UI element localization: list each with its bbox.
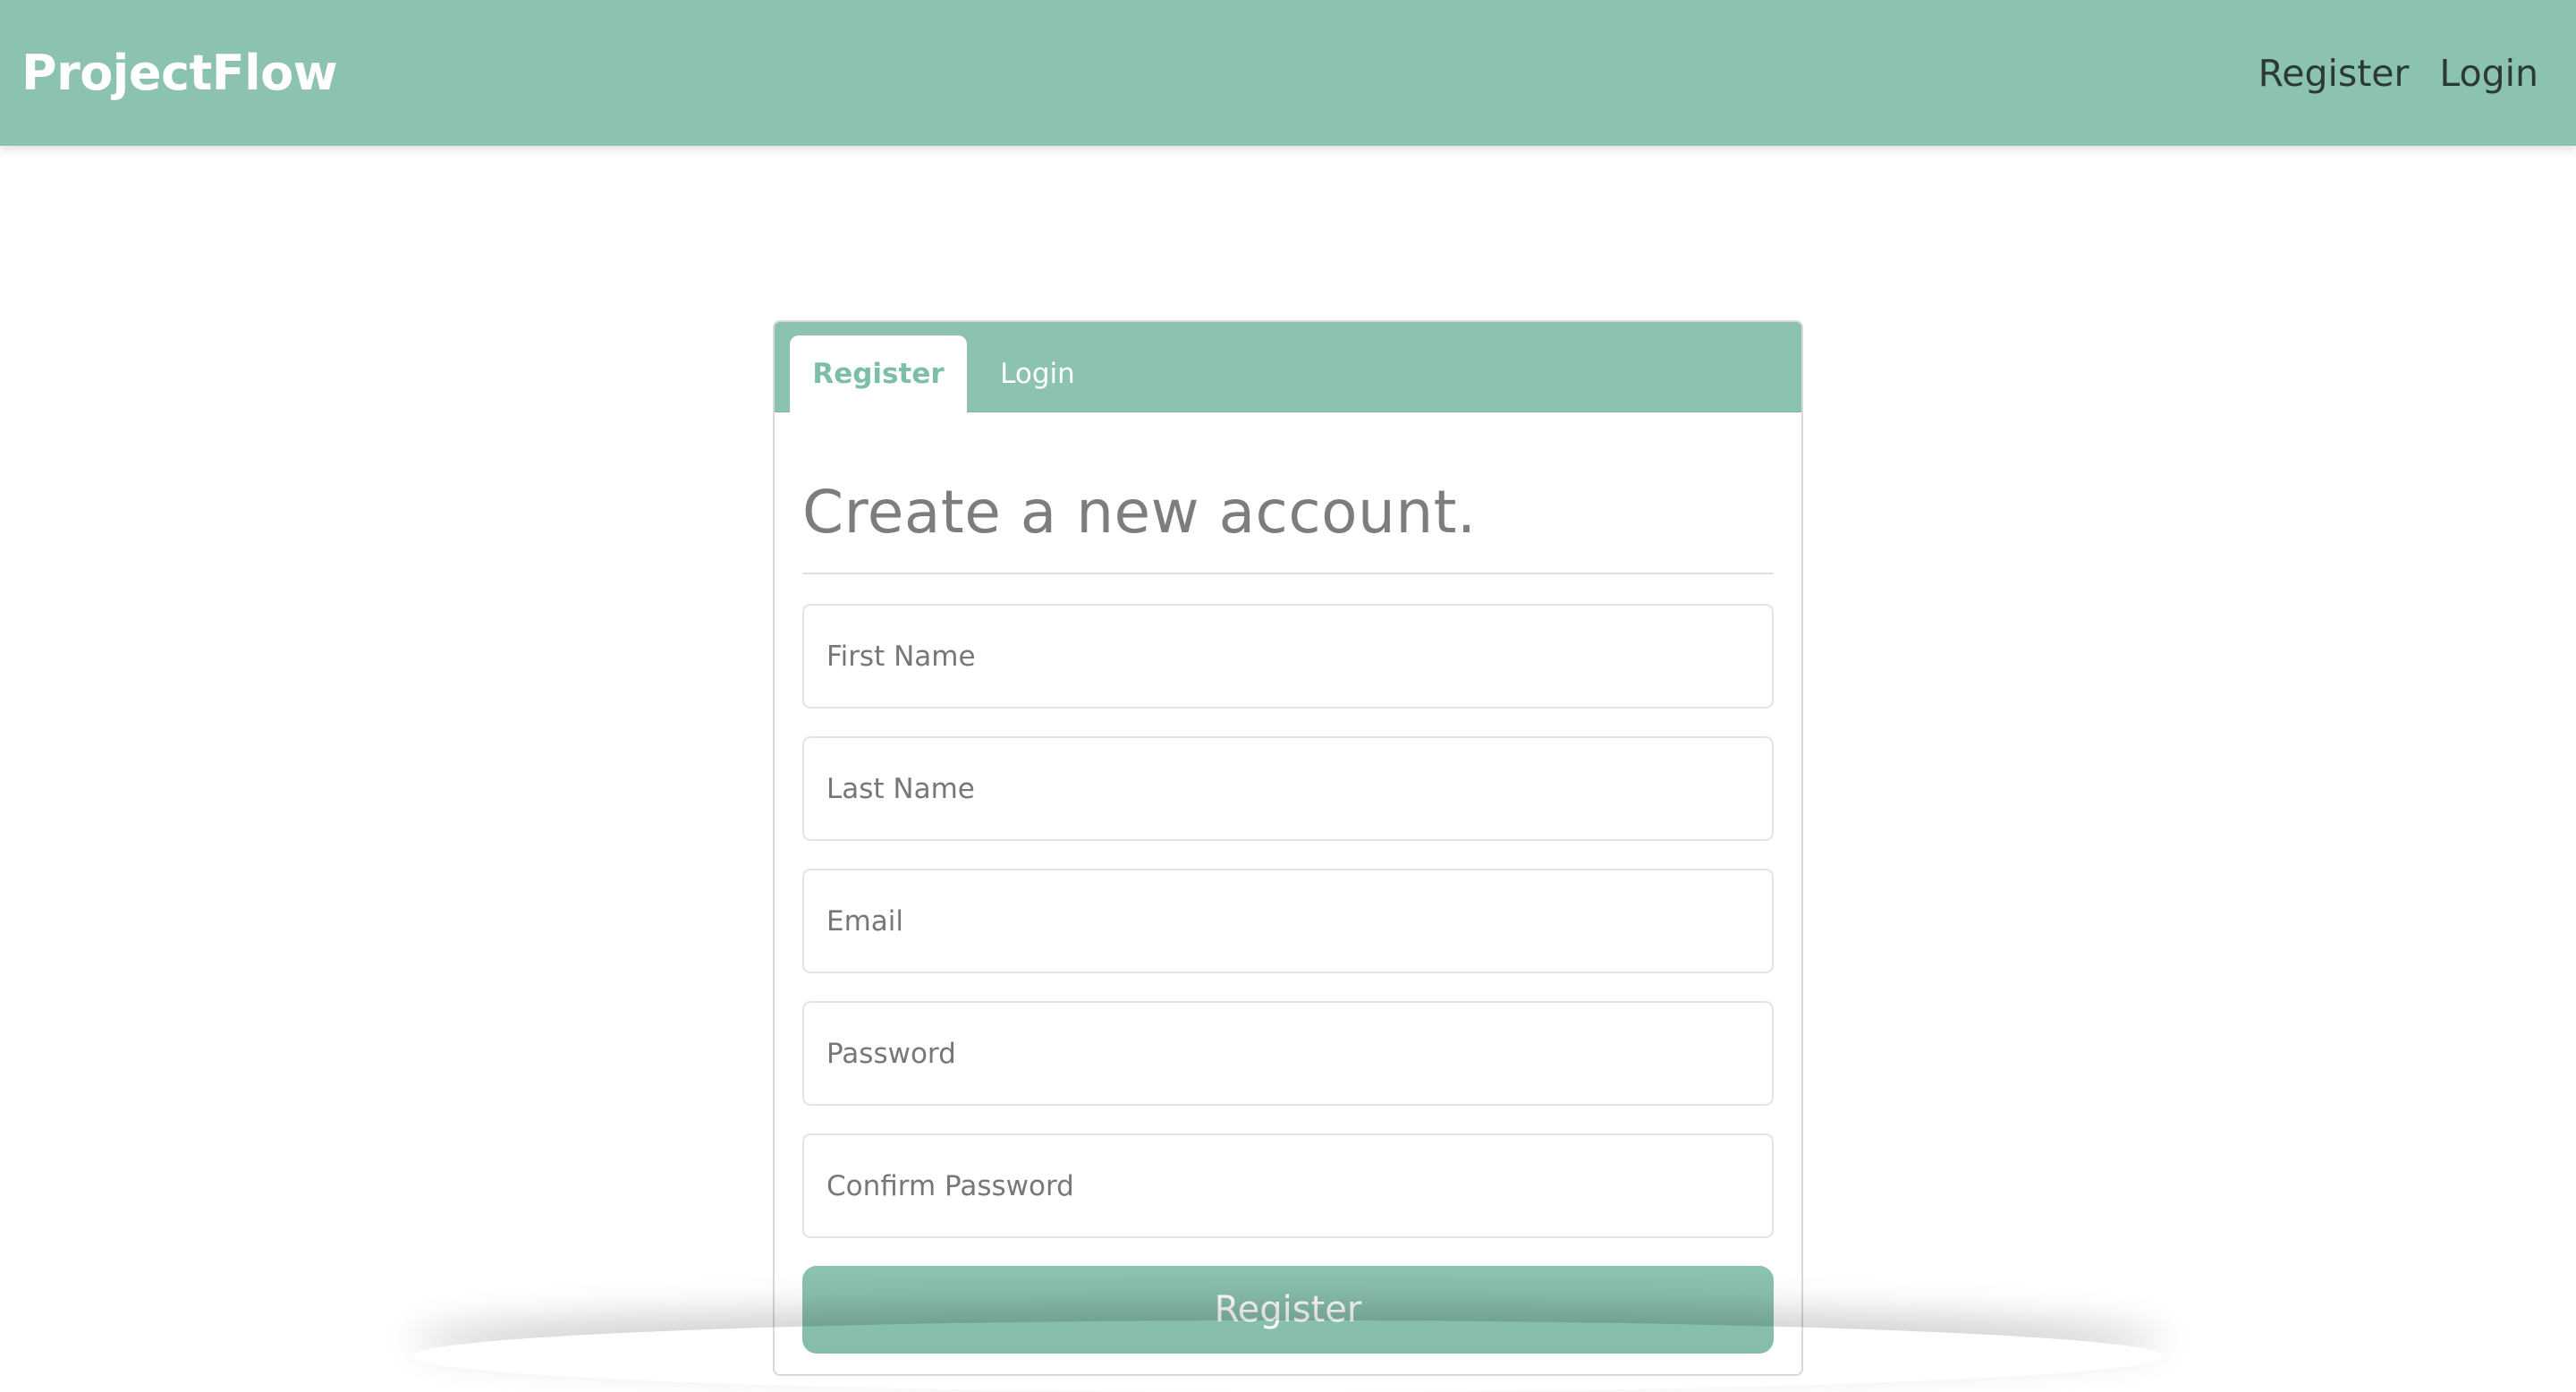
register-form: Create a new account. Register: [775, 477, 1801, 1354]
last-name-input[interactable]: [802, 736, 1774, 841]
nav-register-link[interactable]: Register: [2258, 52, 2410, 95]
top-navbar: ProjectFlow Register Login: [0, 0, 2576, 146]
tab-register[interactable]: Register: [790, 335, 967, 412]
register-submit-button[interactable]: Register: [802, 1266, 1774, 1354]
brand-logo[interactable]: ProjectFlow: [21, 45, 338, 101]
nav-login-link[interactable]: Login: [2439, 52, 2538, 95]
form-heading: Create a new account.: [802, 478, 1477, 547]
first-name-input[interactable]: [802, 604, 1774, 709]
auth-card: Register Login Create a new account. Reg…: [773, 320, 1803, 1376]
nav-links: Register Login: [2258, 52, 2538, 95]
auth-tabs: Register Login: [775, 322, 1801, 412]
email-input[interactable]: [802, 869, 1774, 973]
heading-divider: [802, 573, 1774, 574]
confirm-password-input[interactable]: [802, 1133, 1774, 1238]
password-input[interactable]: [802, 1001, 1774, 1106]
tab-login[interactable]: Login: [966, 335, 1109, 412]
